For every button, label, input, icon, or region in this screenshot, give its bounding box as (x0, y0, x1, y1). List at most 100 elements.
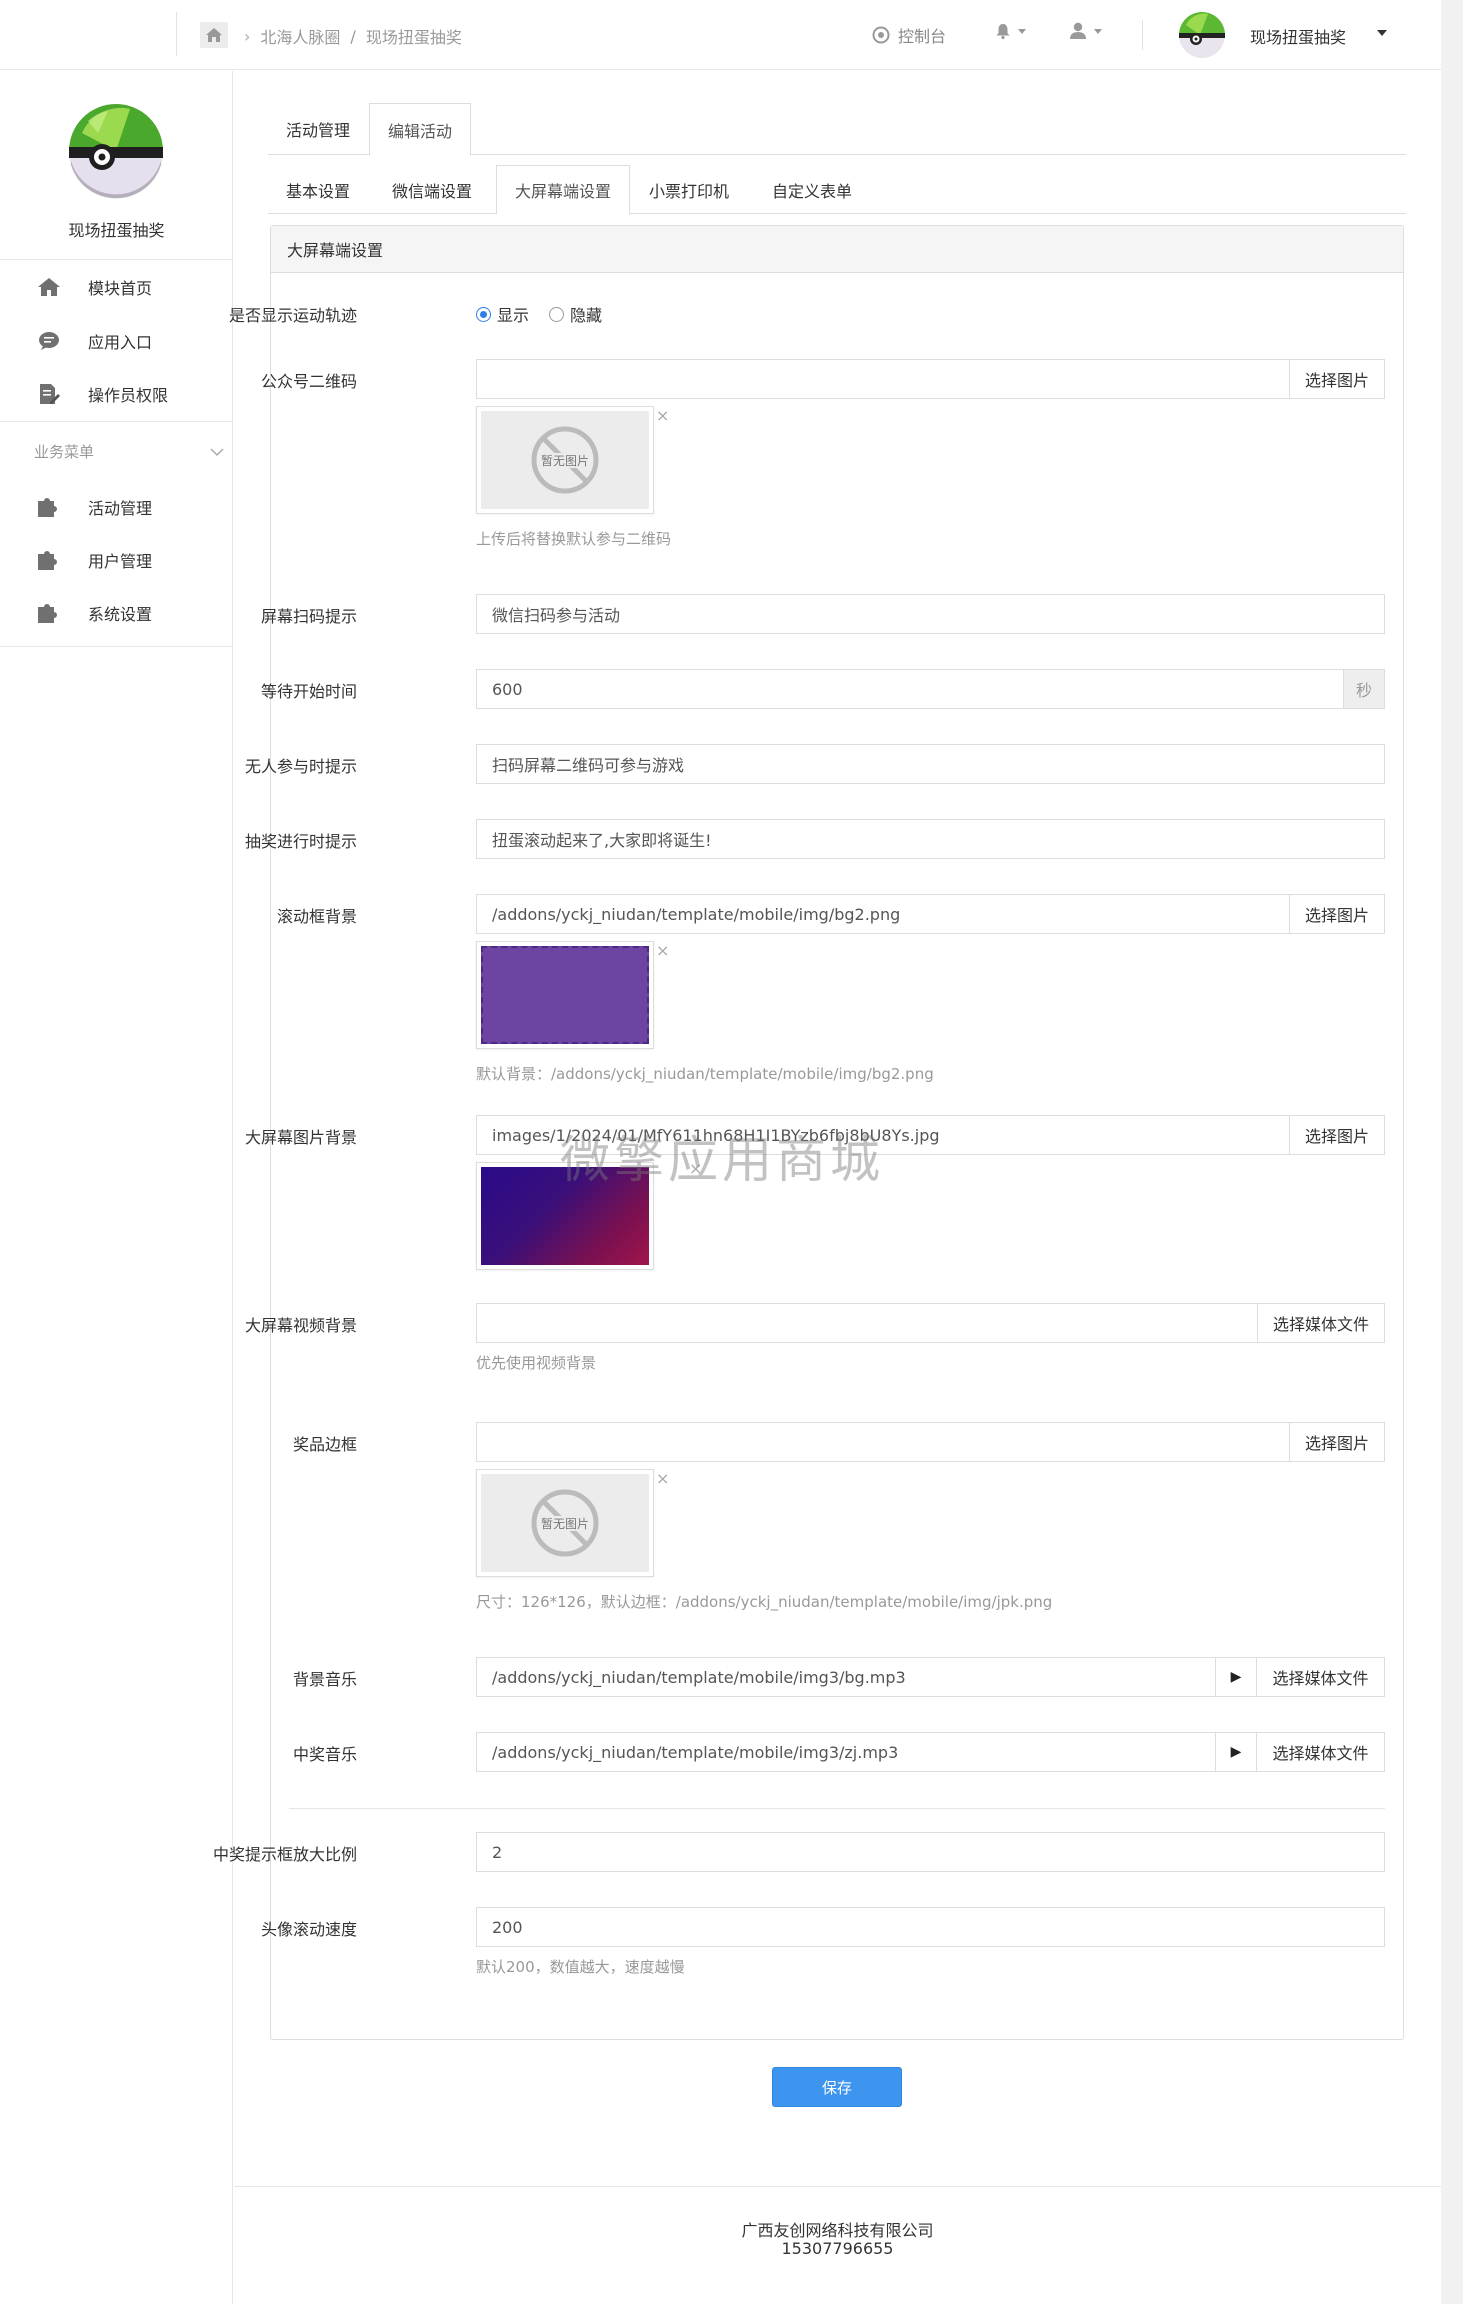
no-participant-tip-input[interactable]: 扫码屏幕二维码可参与游戏 (476, 744, 1385, 784)
screen-bg-label: 大屏幕图片背景 (244, 1128, 357, 1147)
scan-tip-label: 屏幕扫码提示 (260, 607, 357, 626)
win-music-input[interactable]: /addons/yckj_niudan/template/mobile/img3… (476, 1732, 1216, 1772)
bg-music-select-media-button[interactable]: 选择媒体文件 (1256, 1657, 1385, 1697)
no-image-text: 暂无图片 (541, 1517, 589, 1531)
sidebar-group-business-menu[interactable]: 业务菜单 (34, 441, 224, 462)
puzzle-icon (34, 548, 64, 572)
zoom-ratio-input[interactable]: 2 (476, 1832, 1385, 1872)
sidebar-item-user-management[interactable]: 用户管理 (0, 534, 233, 586)
remove-image-icon[interactable]: × (656, 941, 669, 960)
qrcode-thumbnail: 暂无图片 (476, 406, 654, 514)
draw-running-tip-input[interactable]: 扭蛋滚动起来了,大家即将诞生! (476, 819, 1385, 859)
scroll-bg-select-image-button[interactable]: 选择图片 (1289, 894, 1385, 934)
radio-label: 隐藏 (570, 306, 603, 325)
scan-tip-input[interactable]: 微信扫码参与活动 (476, 594, 1385, 634)
qrcode-select-image-button[interactable]: 选择图片 (1289, 359, 1385, 399)
play-bg-music-button[interactable]: ▶ (1215, 1657, 1257, 1697)
no-image-icon: 暂无图片 (531, 1489, 599, 1557)
screen-bg-input[interactable]: images/1/2024/01/MfY611hn68H1I1BYzb6fbj8… (476, 1115, 1290, 1155)
video-bg-input[interactable] (476, 1303, 1258, 1343)
sidebar: 现场扭蛋抽奖 模块首页 应用入口 操作员权限 业务菜单 活动管理 用户管理 系统… (0, 71, 233, 2304)
tab-edit-activity[interactable]: 编辑活动 (369, 103, 472, 156)
app-avatar-icon[interactable] (1178, 11, 1226, 59)
tab-receipt-printer[interactable]: 小票打印机 (631, 165, 747, 214)
scroll-bg-input[interactable]: /addons/yckj_niudan/template/mobile/img/… (476, 894, 1290, 934)
scroll-bg-thumbnail (476, 941, 654, 1049)
breadcrumb-sep: / (350, 26, 356, 46)
caret-down-icon (1018, 28, 1026, 34)
video-bg-select-media-button[interactable]: 选择媒体文件 (1257, 1303, 1385, 1343)
play-win-music-button[interactable]: ▶ (1215, 1732, 1257, 1772)
tab-basic-settings[interactable]: 基本设置 (268, 165, 368, 214)
sidebar-divider (0, 421, 233, 422)
tab-big-screen-settings[interactable]: 大屏幕端设置 (496, 165, 631, 215)
console-label: 控制台 (898, 27, 947, 46)
avatar-speed-label: 头像滚动速度 (260, 1920, 357, 1939)
header-app-name[interactable]: 现场扭蛋抽奖 (1250, 24, 1346, 48)
scroll-bg-preview (481, 946, 649, 1044)
qrcode-label: 公众号二维码 (260, 372, 357, 391)
prize-border-input[interactable] (476, 1422, 1290, 1462)
sidebar-item-label: 模块首页 (88, 279, 153, 298)
user-dropdown[interactable] (1068, 22, 1102, 40)
panel-title: 大屏幕端设置 (271, 226, 1403, 273)
notifications-dropdown[interactable] (994, 22, 1026, 40)
tab-custom-form[interactable]: 自定义表单 (754, 165, 870, 214)
sidebar-divider (0, 259, 233, 260)
radio-hide[interactable]: 隐藏 (549, 302, 602, 326)
breadcrumb-item[interactable]: 北海人脉圈 (260, 24, 340, 48)
save-button[interactable]: 保存 (772, 2067, 902, 2107)
radio-button[interactable] (549, 306, 564, 322)
chat-bubble-icon (34, 331, 64, 351)
edit-document-icon (34, 383, 64, 405)
settings-panel: 大屏幕端设置 是否显示运动轨迹 显示 隐藏 公众号二维码 选择图片 暂无图片 ×… (213, 225, 1404, 2040)
sidebar-item-label: 活动管理 (88, 499, 153, 518)
prize-border-label: 奖品边框 (292, 1435, 357, 1454)
sidebar-item-activity-management[interactable]: 活动管理 (0, 481, 233, 533)
secondary-tabs: 基本设置 微信端设置 大屏幕端设置 小票打印机 自定义表单 (268, 165, 1406, 215)
scroll-bg-label: 滚动框背景 (276, 907, 357, 926)
home-icon[interactable] (200, 22, 228, 48)
sidebar-item-label: 用户管理 (88, 552, 153, 571)
radio-show[interactable]: 显示 (476, 302, 529, 326)
breadcrumb-item[interactable]: 现场扭蛋抽奖 (366, 24, 462, 48)
video-bg-label: 大屏幕视频背景 (244, 1316, 357, 1335)
remove-image-icon[interactable]: × (656, 406, 669, 425)
header-divider (176, 12, 177, 56)
remove-image-icon[interactable]: × (656, 1469, 669, 1488)
qrcode-input[interactable] (476, 359, 1290, 399)
seconds-unit: 秒 (1343, 669, 1385, 709)
footer-company: 广西友创网络科技有限公司 (741, 2221, 934, 2240)
caret-down-icon[interactable] (1377, 30, 1387, 36)
tab-wechat-settings[interactable]: 微信端设置 (374, 165, 490, 214)
wait-time-input[interactable]: 600 (476, 669, 1344, 709)
caret-down-icon (1094, 28, 1102, 34)
bell-icon (996, 24, 1010, 40)
screen-bg-select-image-button[interactable]: 选择图片 (1289, 1115, 1385, 1155)
no-participant-tip-label: 无人参与时提示 (244, 757, 357, 776)
console-link[interactable]: 控制台 (872, 23, 946, 47)
footer-phone: 15307796655 (781, 2239, 894, 2258)
win-music-label: 中奖音乐 (292, 1745, 357, 1764)
footer: 广西友创网络科技有限公司 15307796655 (234, 2186, 1441, 2304)
chevron-down-icon (210, 447, 224, 456)
sidebar-divider (0, 646, 233, 647)
sidebar-group-label: 业务菜单 (34, 443, 95, 461)
avatar-speed-help: 默认200，数值越大，速度越慢 (476, 1958, 685, 1976)
prize-border-thumbnail: 暂无图片 (476, 1469, 654, 1577)
home-icon (34, 277, 64, 297)
tab-activity-management[interactable]: 活动管理 (268, 103, 368, 155)
avatar-speed-input[interactable]: 200 (476, 1907, 1385, 1947)
radio-button[interactable] (476, 306, 491, 322)
win-music-select-media-button[interactable]: 选择媒体文件 (1256, 1732, 1385, 1772)
bg-music-input[interactable]: /addons/yckj_niudan/template/mobile/img3… (476, 1657, 1216, 1697)
no-image-text: 暂无图片 (541, 454, 589, 468)
breadcrumb: › 北海人脉圈 / 现场扭蛋抽奖 (244, 24, 462, 48)
remove-image-icon[interactable]: × (689, 1159, 702, 1178)
sidebar-app-name: 现场扭蛋抽奖 (68, 221, 165, 240)
prize-border-select-image-button[interactable]: 选择图片 (1289, 1422, 1385, 1462)
app-logo (69, 104, 163, 199)
header-divider (1142, 20, 1143, 50)
sidebar-item-label: 应用入口 (88, 333, 153, 352)
chevron-right-icon: › (244, 26, 251, 46)
